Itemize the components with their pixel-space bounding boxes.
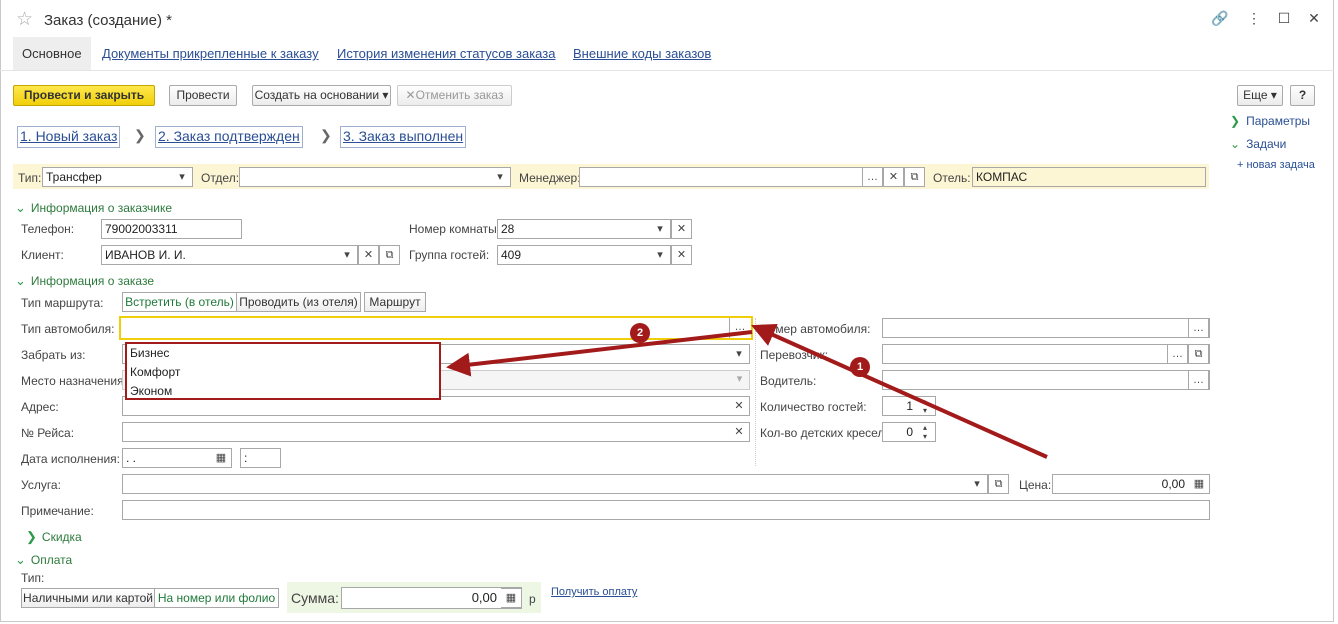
annotation-arrow-2 [446,330,753,377]
annotation-badge-2: 2 [630,323,650,343]
annotation-arrows [446,323,1048,459]
annotation-arrow-1 [751,323,1048,459]
annotation-badge-1: 1 [850,357,870,377]
